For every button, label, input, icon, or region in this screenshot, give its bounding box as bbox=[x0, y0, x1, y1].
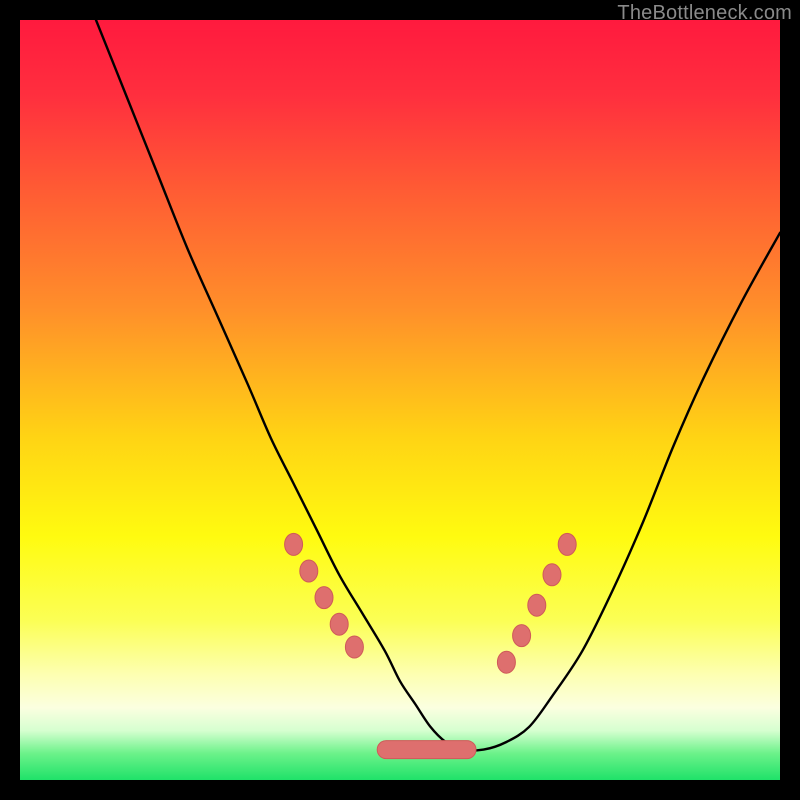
curve-marker-left bbox=[315, 587, 333, 609]
curve-marker-right bbox=[528, 594, 546, 616]
curve-marker-left bbox=[300, 560, 318, 582]
gradient-background bbox=[20, 20, 780, 780]
curve-marker-right bbox=[558, 533, 576, 555]
curve-marker-left bbox=[345, 636, 363, 658]
curve-marker-left bbox=[285, 533, 303, 555]
curve-marker-right bbox=[543, 564, 561, 586]
optimal-zone-marker bbox=[377, 741, 476, 759]
curve-marker-right bbox=[497, 651, 515, 673]
chart-frame: TheBottleneck.com bbox=[0, 0, 800, 800]
curve-marker-right bbox=[513, 625, 531, 647]
curve-marker-left bbox=[330, 613, 348, 635]
bottleneck-curve-plot bbox=[20, 20, 780, 780]
